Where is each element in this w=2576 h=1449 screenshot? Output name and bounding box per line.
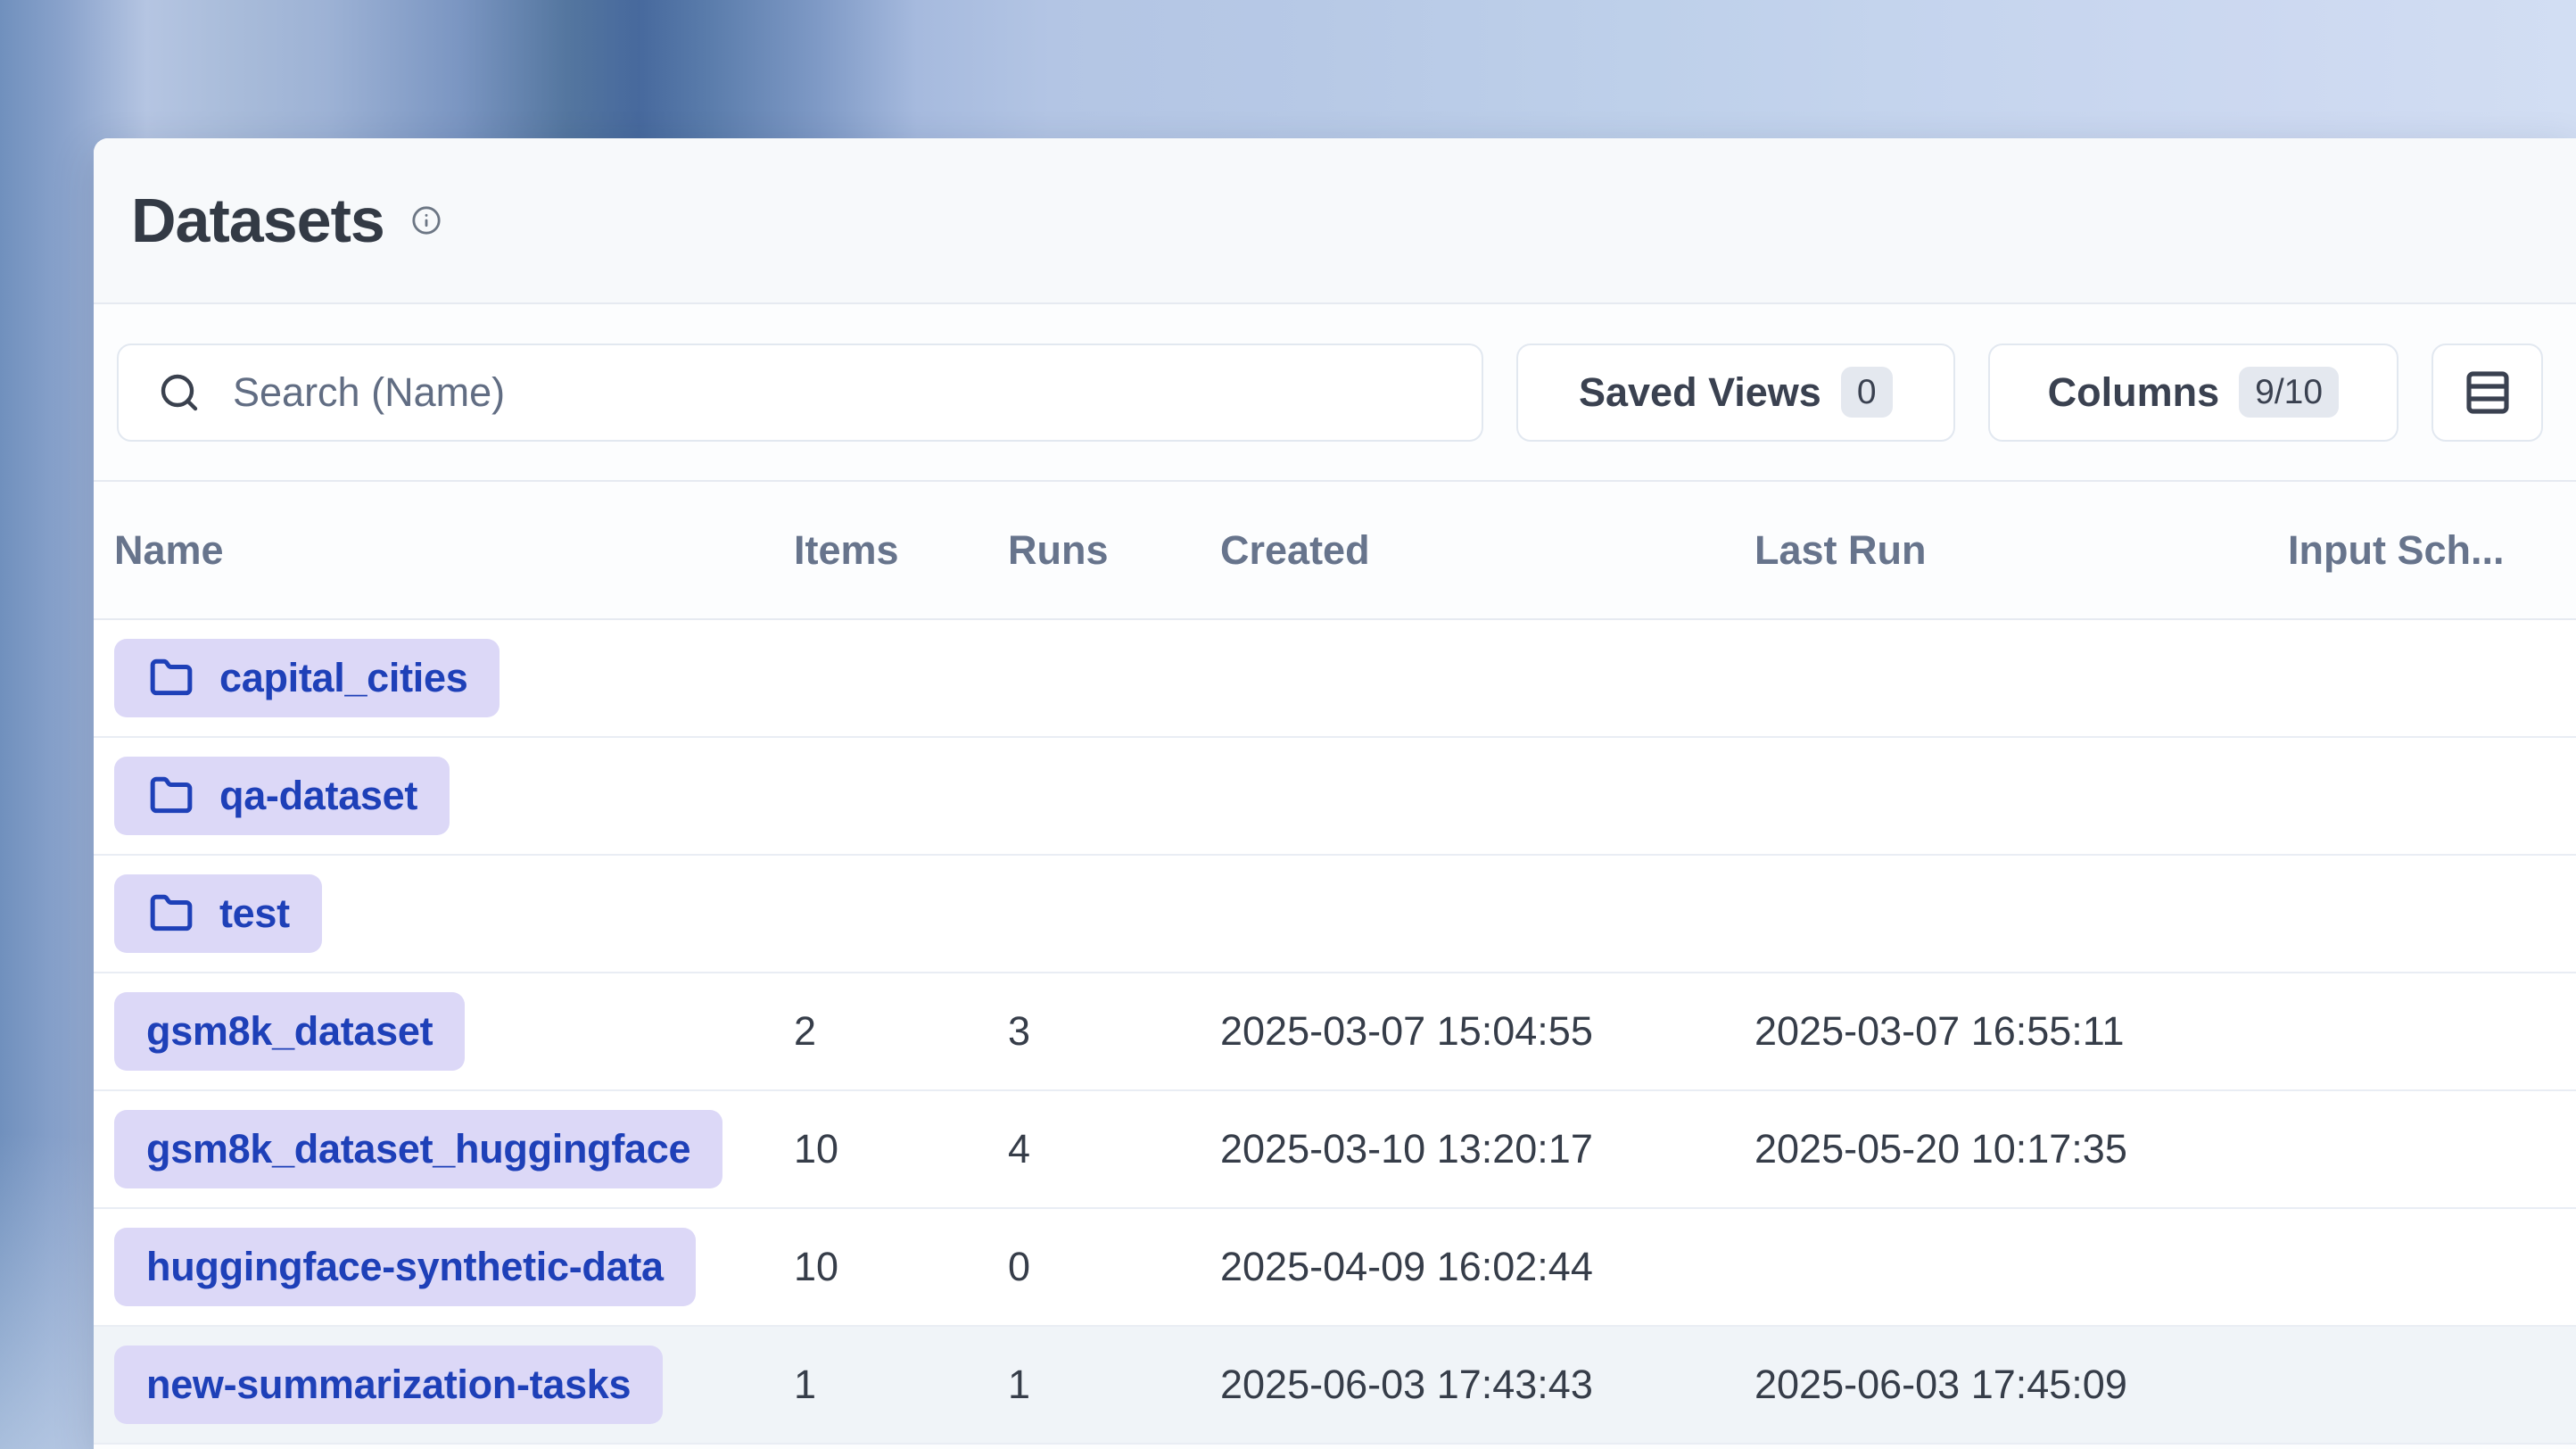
search-icon: [158, 371, 201, 414]
table-row[interactable]: capital_cities: [94, 620, 2576, 738]
folder-icon: [146, 774, 196, 818]
dataset-link[interactable]: gsm8k_dataset_huggingface: [114, 1110, 722, 1188]
created-cell: 2025-03-07 15:04:55: [1220, 1008, 1754, 1055]
datasets-panel: Datasets Saved Views 0 Columns 9/10 Name…: [94, 138, 2576, 1449]
panel-header: Datasets: [94, 138, 2576, 304]
runs-cell: 3: [1008, 1008, 1220, 1055]
name-cell: capital_cities: [114, 639, 794, 717]
saved-views-label: Saved Views: [1579, 369, 1821, 416]
dataset-name: gsm8k_dataset_huggingface: [146, 1126, 690, 1172]
table-toolbar: Saved Views 0 Columns 9/10: [94, 304, 2576, 482]
saved-views-count-badge: 0: [1841, 367, 1893, 418]
saved-views-button[interactable]: Saved Views 0: [1516, 344, 1955, 442]
table-row[interactable]: new-summarization-tasks 1 1 2025-06-03 1…: [94, 1327, 2576, 1445]
runs-cell: 1: [1008, 1362, 1220, 1408]
dataset-name: new-summarization-tasks: [146, 1362, 631, 1408]
items-cell: 1: [794, 1362, 1008, 1408]
folder-link[interactable]: capital_cities: [114, 639, 500, 717]
dataset-link[interactable]: gsm8k_dataset: [114, 992, 465, 1071]
name-cell: qa-dataset: [114, 757, 794, 835]
table-body: capital_cities qa-dataset: [94, 620, 2576, 1445]
created-cell: 2025-03-10 13:20:17: [1220, 1126, 1754, 1172]
name-cell: gsm8k_dataset_huggingface: [114, 1110, 794, 1188]
rows-icon: [2463, 366, 2513, 419]
table-row[interactable]: huggingface-synthetic-data 10 0 2025-04-…: [94, 1209, 2576, 1327]
folder-name: capital_cities: [219, 655, 467, 701]
column-header-items: Items: [794, 527, 1008, 574]
search-box[interactable]: [117, 344, 1483, 442]
dataset-name: huggingface-synthetic-data: [146, 1244, 664, 1290]
folder-name: test: [219, 890, 290, 937]
table-row[interactable]: gsm8k_dataset 2 3 2025-03-07 15:04:55 20…: [94, 973, 2576, 1091]
column-header-created: Created: [1220, 527, 1754, 574]
table-row[interactable]: qa-dataset: [94, 738, 2576, 856]
columns-count-badge: 9/10: [2239, 367, 2339, 418]
name-cell: test: [114, 874, 794, 953]
table-header-row: Name Items Runs Created Last Run Input S…: [94, 482, 2576, 620]
info-icon[interactable]: [411, 205, 442, 236]
page-title: Datasets: [131, 185, 384, 256]
last-run-cell: 2025-05-20 10:17:35: [1754, 1126, 2288, 1172]
folder-name: qa-dataset: [219, 773, 417, 819]
columns-label: Columns: [2048, 369, 2220, 416]
last-run-cell: 2025-03-07 16:55:11: [1754, 1008, 2288, 1055]
dataset-name: gsm8k_dataset: [146, 1008, 433, 1055]
name-cell: new-summarization-tasks: [114, 1346, 794, 1424]
items-cell: 10: [794, 1244, 1008, 1290]
created-cell: 2025-06-03 17:43:43: [1220, 1362, 1754, 1408]
column-header-name: Name: [114, 527, 794, 574]
name-cell: huggingface-synthetic-data: [114, 1228, 794, 1306]
folder-icon: [146, 891, 196, 936]
table-row[interactable]: gsm8k_dataset_huggingface 10 4 2025-03-1…: [94, 1091, 2576, 1209]
last-run-cell: 2025-06-03 17:45:09: [1754, 1362, 2288, 1408]
folder-icon: [146, 656, 196, 700]
items-cell: 2: [794, 1008, 1008, 1055]
table-row[interactable]: test: [94, 856, 2576, 973]
name-cell: gsm8k_dataset: [114, 992, 794, 1071]
column-header-runs: Runs: [1008, 527, 1220, 574]
created-cell: 2025-04-09 16:02:44: [1220, 1244, 1754, 1290]
runs-cell: 0: [1008, 1244, 1220, 1290]
search-input[interactable]: [233, 369, 1451, 416]
dataset-link[interactable]: huggingface-synthetic-data: [114, 1228, 696, 1306]
column-header-input-schema: Input Sch...: [2288, 527, 2576, 574]
column-header-last-run: Last Run: [1754, 527, 2288, 574]
folder-link[interactable]: test: [114, 874, 322, 953]
desktop-background: { "page": { "title": "Datasets" }, "tool…: [0, 0, 2576, 1449]
runs-cell: 4: [1008, 1126, 1220, 1172]
dataset-link[interactable]: new-summarization-tasks: [114, 1346, 663, 1424]
folder-link[interactable]: qa-dataset: [114, 757, 450, 835]
items-cell: 10: [794, 1126, 1008, 1172]
row-height-button[interactable]: [2432, 344, 2543, 442]
columns-button[interactable]: Columns 9/10: [1988, 344, 2399, 442]
